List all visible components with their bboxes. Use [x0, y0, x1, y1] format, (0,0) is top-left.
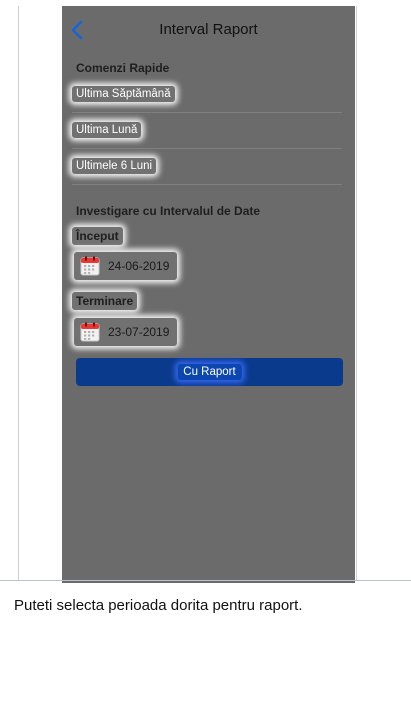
end-label: Terminare: [72, 292, 138, 310]
quick-item-last-6-months[interactable]: Ultimele 6 Luni: [72, 150, 342, 185]
page-title: Interval Raport: [159, 21, 258, 38]
start-date-value: 24-06-2019: [108, 259, 170, 273]
divider: [0, 580, 411, 581]
quick-item-label: Ultimele 6 Luni: [72, 158, 157, 174]
end-date-picker[interactable]: 23-07-2019: [74, 318, 178, 346]
quick-item-last-month[interactable]: Ultima Lună: [72, 114, 342, 149]
instruction-caption: Puteti selecta perioada dorita pentru ra…: [14, 597, 303, 614]
report-button[interactable]: Cu Raport: [76, 358, 343, 386]
start-date-picker[interactable]: 24-06-2019: [74, 252, 178, 280]
calendar-icon: [80, 322, 100, 342]
end-date-value: 23-07-2019: [108, 325, 170, 339]
quick-item-last-week[interactable]: Ultima Săptămână: [72, 78, 342, 113]
app-header: Interval Raport: [62, 6, 355, 54]
calendar-icon: [80, 256, 100, 276]
report-button-label: Cu Raport: [177, 364, 242, 380]
app-screen: Interval Raport Comenzi Rapide Ultima Să…: [62, 6, 355, 583]
quick-item-label: Ultima Lună: [72, 122, 142, 138]
start-label: Început: [72, 227, 123, 245]
quick-item-label: Ultima Săptămână: [72, 86, 175, 102]
date-range-heading: Investigare cu Intervalul de Date: [76, 204, 261, 218]
quick-commands-heading: Comenzi Rapide: [76, 61, 170, 75]
